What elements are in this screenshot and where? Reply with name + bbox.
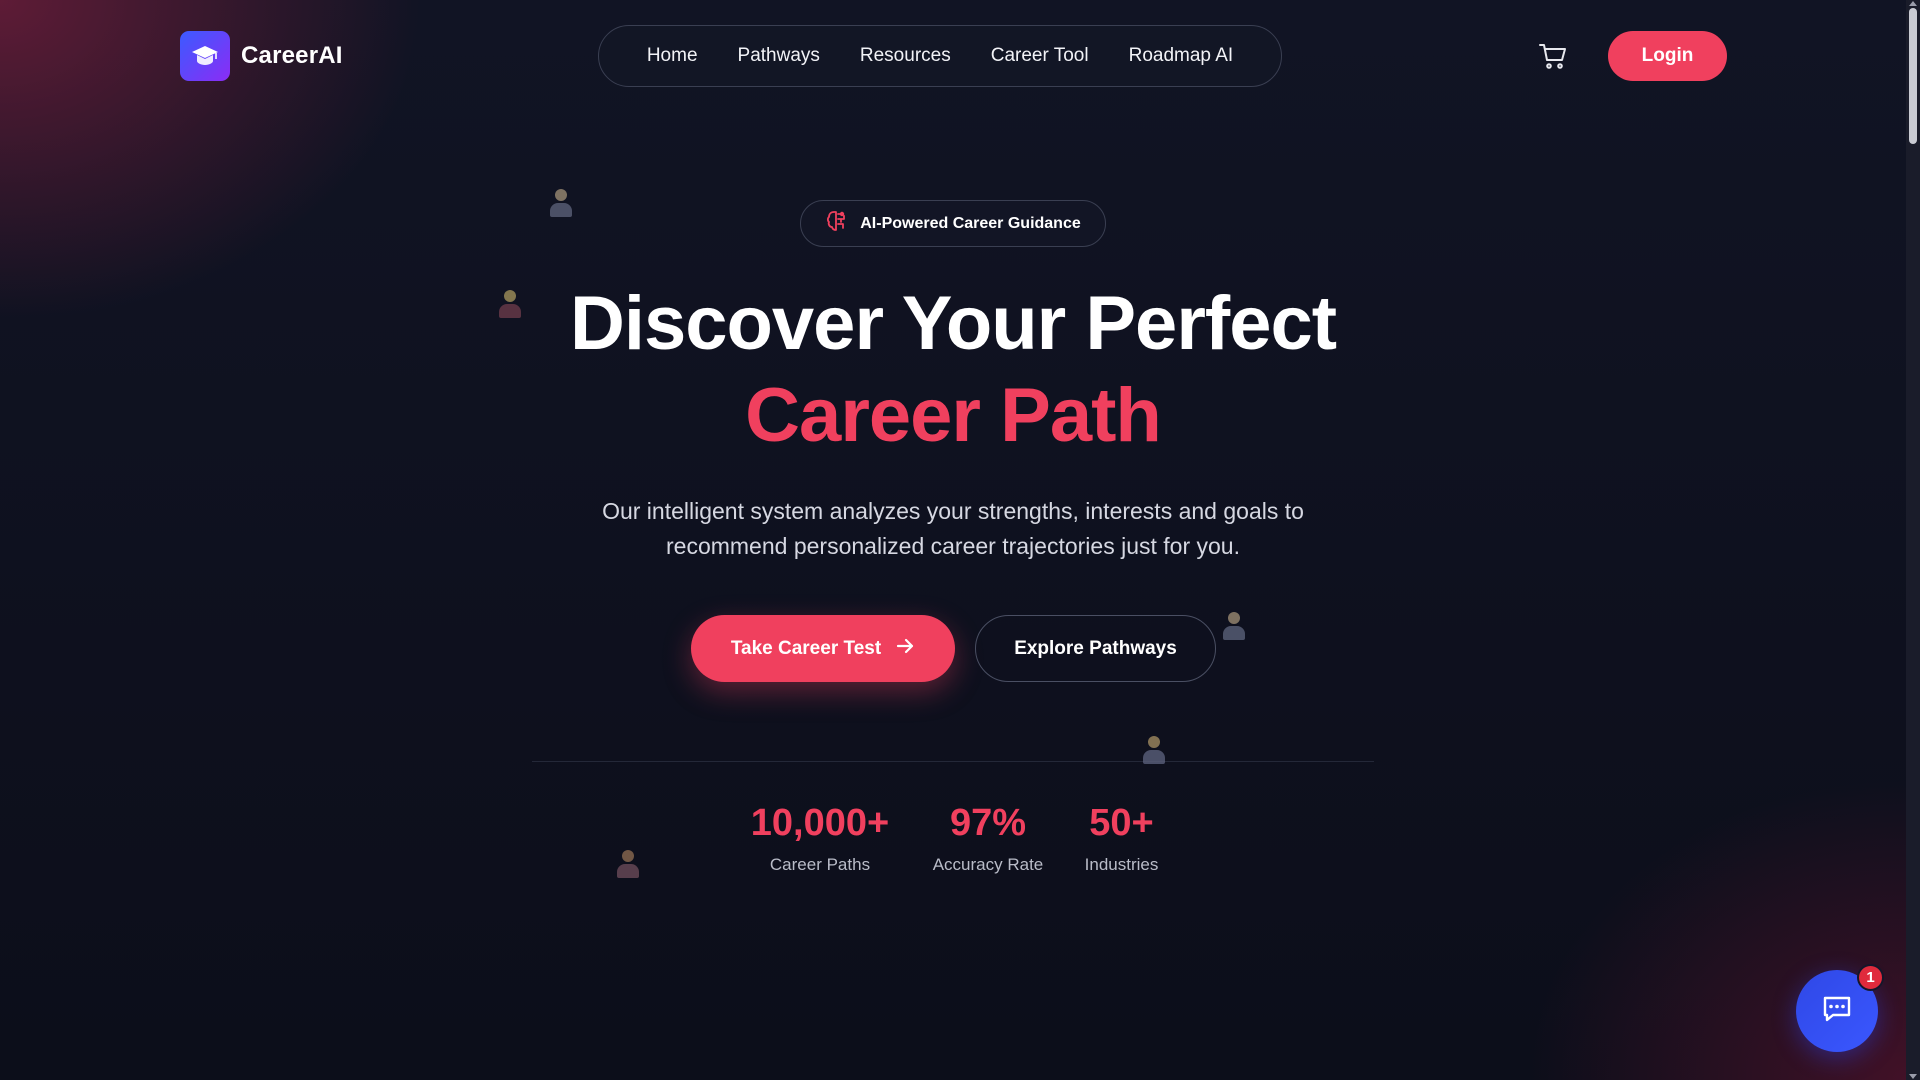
floating-avatar-icon xyxy=(497,290,523,320)
stat-accuracy-rate: 97% Accuracy Rate xyxy=(918,802,1058,875)
stat-value: 97% xyxy=(949,802,1027,844)
stat-label: Accuracy Rate xyxy=(932,855,1044,874)
chat-bubble-icon xyxy=(1820,992,1854,1031)
nav-career-tool[interactable]: Career Tool xyxy=(991,45,1089,67)
main-nav: Home Pathways Resources Career Tool Road… xyxy=(598,25,1282,87)
page-scrollbar[interactable] xyxy=(1906,0,1920,1080)
floating-avatar-icon xyxy=(548,189,574,219)
nav-roadmap-ai[interactable]: Roadmap AI xyxy=(1129,45,1234,67)
stat-label: Industries xyxy=(1084,855,1159,874)
graduation-cap-icon xyxy=(180,31,230,81)
hero-subtitle: Our intelligent system analyzes your str… xyxy=(553,494,1353,564)
nav-home[interactable]: Home xyxy=(647,45,698,67)
brain-icon xyxy=(825,209,849,238)
stat-industries: 50+ Industries xyxy=(1071,802,1172,875)
arrow-right-icon xyxy=(895,636,915,662)
nav-pathways[interactable]: Pathways xyxy=(738,45,820,67)
explore-pathways-button[interactable]: Explore Pathways xyxy=(975,615,1216,682)
stat-value: 50+ xyxy=(1089,802,1154,844)
login-button[interactable]: Login xyxy=(1608,31,1727,81)
scrollbar-thumb[interactable] xyxy=(1909,8,1917,144)
brand-name: CareerAI xyxy=(241,42,343,69)
cart-icon[interactable] xyxy=(1538,41,1568,71)
scroll-up-arrow-icon[interactable] xyxy=(1909,1,1917,6)
hero-subtitle-line1: Our intelligent system analyzes your str… xyxy=(602,498,1304,524)
floating-avatar-icon xyxy=(1141,736,1167,766)
hero-title-line1: Discover Your Perfect xyxy=(569,281,1337,366)
hero-subtitle-line2: recommend personalized career trajectori… xyxy=(666,533,1240,559)
chat-notification-badge: 1 xyxy=(1857,964,1884,991)
take-career-test-label: Take Career Test xyxy=(730,637,882,659)
ai-guidance-badge: AI-Powered Career Guidance xyxy=(800,200,1106,247)
nav-resources[interactable]: Resources xyxy=(860,45,951,67)
stat-career-paths: 10,000+ Career Paths xyxy=(735,802,905,875)
take-career-test-button[interactable]: Take Career Test xyxy=(691,615,955,682)
brand-logo[interactable]: CareerAI xyxy=(180,31,343,81)
floating-avatar-icon xyxy=(615,850,641,880)
floating-avatar-icon xyxy=(1221,612,1247,642)
scroll-down-arrow-icon[interactable] xyxy=(1909,1074,1917,1079)
stats-divider xyxy=(532,761,1374,762)
stat-value: 10,000+ xyxy=(750,802,890,844)
stat-label: Career Paths xyxy=(769,855,871,874)
badge-label: AI-Powered Career Guidance xyxy=(860,214,1081,232)
hero-title-line2: Career Path xyxy=(745,373,1162,458)
